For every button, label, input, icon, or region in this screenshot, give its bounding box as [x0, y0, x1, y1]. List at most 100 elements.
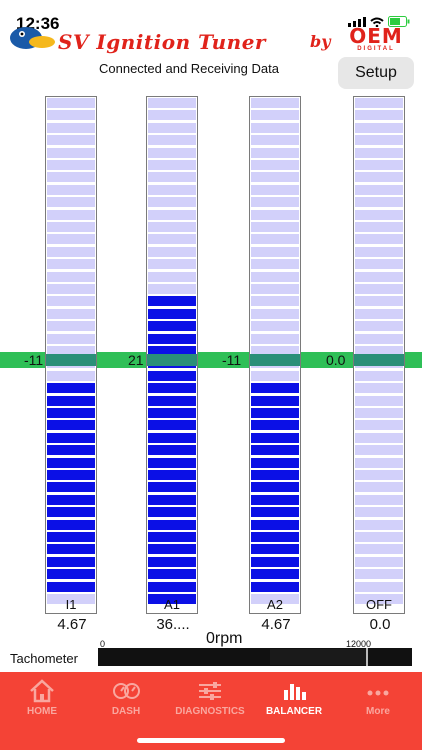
bar-segment [251, 581, 299, 592]
tab-diagnostics[interactable]: DIAGNOSTICS [168, 672, 252, 732]
bar-segment [251, 457, 299, 468]
tachometer-redline [270, 649, 368, 665]
bar-segment [355, 284, 403, 294]
bar-segment [148, 519, 196, 530]
bar-segment [47, 184, 95, 195]
tab-label: HOME [27, 706, 57, 717]
tab-dash[interactable]: DASH [84, 672, 168, 732]
bar-segment [251, 308, 299, 319]
bar-segment [148, 234, 196, 245]
bar-segment [251, 234, 299, 245]
bar-segment [355, 383, 403, 394]
app-title: SV Ignition Tuner [58, 30, 266, 54]
bar-segment [47, 321, 95, 332]
tab-balancer[interactable]: BALANCER [252, 672, 336, 732]
bar-segment [47, 395, 95, 406]
bar-segment [251, 494, 299, 505]
bar-segment [47, 308, 95, 319]
bar-segment [355, 333, 403, 344]
bar-segment [355, 457, 403, 468]
column-value: 0.0 [369, 616, 391, 633]
bar-segment [251, 284, 299, 294]
bar-segment [251, 519, 299, 530]
bar-segment [355, 532, 403, 542]
bar-segment [148, 296, 196, 307]
bar-segment [148, 135, 196, 146]
bar-segment [47, 420, 95, 431]
bar-segment [47, 284, 95, 294]
bar-segment [251, 246, 299, 257]
bar-segment [355, 470, 403, 480]
bar-segment [251, 160, 299, 170]
bar-segment [47, 482, 95, 493]
bar-segment [355, 209, 403, 220]
bar-segment [148, 147, 196, 158]
bar-segment [148, 445, 196, 456]
column-label: I1 [65, 597, 77, 612]
tab-label: DIAGNOSTICS [175, 706, 245, 717]
bar-segment [251, 569, 299, 580]
bar-segment [355, 184, 403, 195]
bar-segment [47, 445, 95, 456]
bar-segment [47, 383, 95, 394]
bar-segment [47, 234, 95, 245]
bar-segment [355, 234, 403, 245]
rpm-readout: 0rpm [206, 630, 243, 647]
bar-segment [355, 370, 403, 381]
bar-segment [47, 147, 95, 158]
bar-segment [148, 160, 196, 170]
bar-segment [251, 172, 299, 183]
bar-segment [251, 532, 299, 542]
bar-segment [251, 556, 299, 567]
bar-segment [251, 420, 299, 431]
bar-segment [355, 420, 403, 431]
bar-segment [251, 197, 299, 208]
mascot-logo-icon [10, 27, 55, 49]
bar-segment [355, 246, 403, 257]
bar-segment [47, 457, 95, 468]
bar-segment [251, 110, 299, 121]
bar-segment [251, 370, 299, 381]
bar-segment [355, 172, 403, 183]
bar-segment [47, 581, 95, 592]
setup-button[interactable]: Setup [338, 57, 414, 89]
bar-segment [148, 333, 196, 344]
bar-segment [47, 197, 95, 208]
bar-segment [355, 544, 403, 555]
bar-segment [47, 222, 95, 232]
bar-segment [251, 321, 299, 332]
bar-segment [251, 147, 299, 158]
tab-home[interactable]: HOME [0, 672, 84, 732]
bar-segment [355, 507, 403, 518]
bar-segment [47, 532, 95, 542]
bar-segment [251, 271, 299, 282]
bar-segment [148, 457, 196, 468]
bar-segment [47, 556, 95, 567]
bar-segment [47, 110, 95, 121]
title-by: by [310, 32, 331, 51]
zero-band-segment [250, 354, 300, 366]
home-indicator [137, 738, 285, 743]
bars-icon [284, 684, 306, 700]
bar-segment [148, 246, 196, 257]
bar-segment [355, 271, 403, 282]
bar-segment [355, 494, 403, 505]
bar-segment [148, 420, 196, 431]
bar-segment [355, 98, 403, 108]
bar-segment [148, 383, 196, 394]
tab-more[interactable]: More [336, 672, 420, 732]
column-value: 4.67 [57, 616, 87, 633]
zero-band-segment [147, 354, 197, 366]
bar-segment [251, 445, 299, 456]
bar-segment [355, 482, 403, 493]
bar-segment [355, 519, 403, 530]
bar-segment [148, 184, 196, 195]
bar-segment [251, 482, 299, 493]
bar-segment [251, 383, 299, 394]
bar-segment [251, 184, 299, 195]
bar-segment [148, 271, 196, 282]
bar-segment [355, 296, 403, 307]
bar-segment [148, 556, 196, 567]
offset-label: 21 [128, 352, 144, 368]
bar-segment [251, 408, 299, 418]
